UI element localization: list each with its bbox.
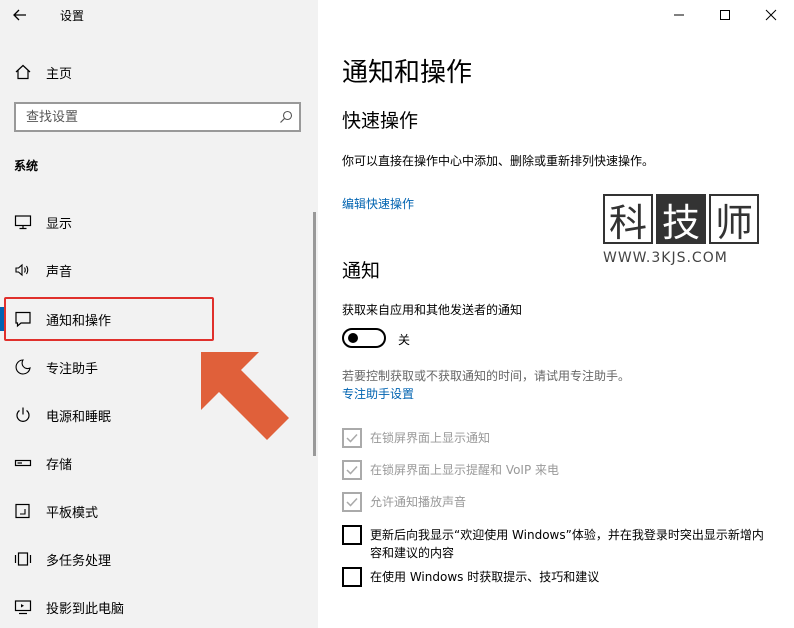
sidebar: 设置 主页 系统 显示 声音 通知和操作 [0, 0, 318, 628]
sidebar-item-project-to-pc[interactable]: 投影到此电脑 [0, 583, 318, 628]
sidebar-item-power[interactable]: 电源和睡眠 [0, 391, 318, 439]
sidebar-item-sound[interactable]: 声音 [0, 246, 318, 294]
quick-actions-heading: 快速操作 [342, 110, 419, 132]
checkbox-row[interactable]: 允许通知播放声音 [342, 492, 770, 512]
focus-assist-hint: 若要控制获取或不获取通知的时间，请试用专注助手。 [342, 369, 631, 383]
notifications-toggle[interactable] [342, 328, 386, 348]
sidebar-item-label: 声音 [46, 264, 73, 280]
sidebar-item-display[interactable]: 显示 [0, 198, 318, 246]
sidebar-item-label: 存储 [46, 457, 73, 473]
title-bar: 设置 [0, 0, 318, 30]
checkmark-icon [346, 433, 358, 443]
sidebar-item-label: 电源和睡眠 [46, 409, 112, 425]
projection-icon [14, 600, 32, 615]
main-content: 通知和操作 快速操作 你可以直接在操作中心中添加、删除或重新排列快速操作。 编辑… [318, 0, 794, 628]
checkbox-row[interactable]: 在锁屏界面上显示通知 [342, 428, 770, 448]
toggle-knob [348, 333, 358, 343]
window-controls [656, 0, 794, 30]
checkbox-row[interactable]: 更新后向我显示“欢迎使用 Windows”体验，并在我登录时突出显示新增内容和建… [342, 525, 770, 562]
sidebar-scrollbar[interactable] [313, 212, 316, 456]
sidebar-item-label: 显示 [46, 216, 73, 232]
maximize-icon [720, 10, 730, 20]
home-icon [15, 64, 31, 80]
speaker-icon [15, 263, 29, 277]
section-label: 系统 [14, 159, 39, 173]
tablet-icon [15, 503, 30, 519]
sidebar-item-label: 多任务处理 [46, 553, 112, 569]
focus-assist-settings-link[interactable]: 专注助手设置 [342, 385, 414, 402]
checkbox[interactable] [342, 460, 362, 480]
checkbox-row[interactable]: 在使用 Windows 时获取提示、技巧和建议 [342, 567, 770, 587]
notification-icon [15, 311, 31, 328]
sidebar-item-label: 主页 [46, 66, 73, 82]
sidebar-item-focus-assist[interactable]: 专注助手 [0, 343, 318, 391]
checkbox[interactable] [342, 492, 362, 512]
sidebar-item-label: 平板模式 [46, 505, 99, 521]
checkmark-icon [346, 465, 358, 475]
sidebar-item-label: 专注助手 [46, 361, 99, 377]
edit-quick-actions-link[interactable]: 编辑快速操作 [342, 195, 414, 212]
checkbox-label: 更新后向我显示“欢迎使用 Windows”体验，并在我登录时突出显示新增内容和建… [370, 528, 764, 560]
sidebar-item-storage[interactable]: 存储 [0, 439, 318, 487]
sidebar-item-label: 投影到此电脑 [46, 601, 125, 617]
sidebar-item-multitasking[interactable]: 多任务处理 [0, 535, 318, 583]
close-icon [765, 9, 777, 21]
search-box[interactable] [14, 102, 301, 132]
checkbox-label: 在锁屏界面上显示提醒和 VoIP 来电 [370, 463, 560, 477]
back-button[interactable] [10, 6, 30, 24]
maximize-button[interactable] [702, 0, 748, 30]
minimize-icon [674, 14, 684, 16]
toggle-state-label: 关 [398, 333, 411, 347]
sidebar-item-label: 通知和操作 [46, 313, 112, 329]
page-title: 通知和操作 [342, 58, 473, 88]
search-input[interactable] [16, 104, 256, 130]
multitasking-icon [14, 552, 32, 566]
search-icon[interactable] [279, 110, 293, 124]
minimize-button[interactable] [656, 0, 702, 30]
notifications-heading: 通知 [342, 260, 381, 282]
sidebar-item-home[interactable]: 主页 [14, 60, 72, 84]
app-title: 设置 [60, 9, 85, 23]
quick-actions-description: 你可以直接在操作中心中添加、删除或重新排列快速操作。 [342, 154, 655, 168]
checkbox[interactable] [342, 567, 362, 587]
checkbox[interactable] [342, 428, 362, 448]
checkbox-row[interactable]: 在锁屏界面上显示提醒和 VoIP 来电 [342, 460, 770, 480]
moon-icon [15, 359, 31, 375]
power-icon [16, 407, 30, 422]
back-arrow-icon [13, 9, 26, 21]
checkbox-label: 在使用 Windows 时获取提示、技巧和建议 [370, 570, 600, 584]
close-button[interactable] [748, 0, 794, 30]
display-icon [14, 215, 32, 230]
checkmark-icon [346, 497, 358, 507]
checkbox-label: 允许通知播放声音 [370, 495, 467, 509]
notifications-toggle-label: 获取来自应用和其他发送者的通知 [342, 303, 523, 317]
sidebar-item-notifications[interactable]: 通知和操作 [0, 295, 318, 343]
checkbox[interactable] [342, 525, 362, 545]
checkbox-label: 在锁屏界面上显示通知 [370, 431, 491, 445]
storage-icon [14, 459, 32, 467]
sidebar-item-tablet-mode[interactable]: 平板模式 [0, 487, 318, 535]
